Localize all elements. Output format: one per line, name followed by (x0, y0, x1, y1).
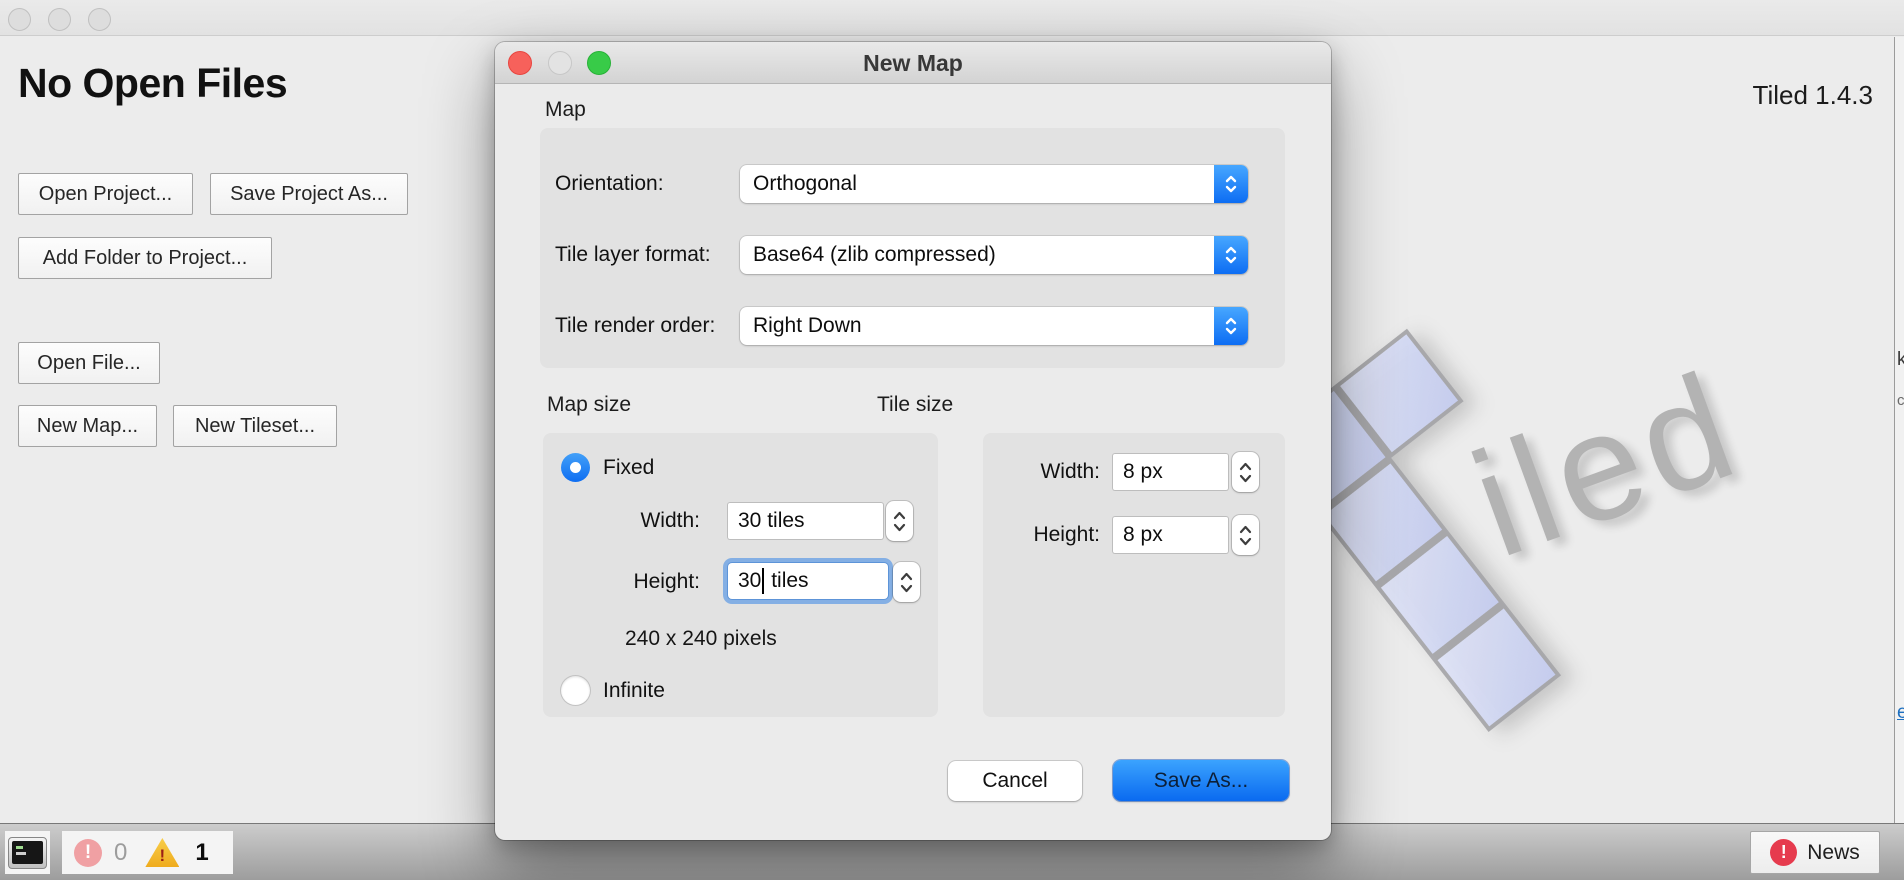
zoom-dialog-icon[interactable] (587, 51, 611, 75)
pixel-size-summary: 240 x 240 pixels (625, 627, 777, 651)
error-count: 0 (114, 839, 127, 867)
clipped-text-fragment: c (1897, 392, 1904, 409)
radio-unselected-icon (561, 676, 590, 705)
tile-layer-format-label: Tile layer format: (555, 243, 740, 267)
map-width-label: Width: (600, 509, 700, 533)
page-title: No Open Files (18, 60, 287, 107)
map-height-input[interactable]: 30 tiles (728, 563, 888, 599)
text-caret (762, 568, 764, 594)
warning-icon (145, 838, 179, 867)
terminal-screen (12, 841, 43, 864)
map-height-stepper[interactable] (893, 562, 920, 602)
tile-height-label: Height: (998, 523, 1100, 547)
tile-height-stepper[interactable] (1232, 515, 1259, 555)
app-version-label: Tiled 1.4.3 (1753, 80, 1873, 111)
console-toggle-button[interactable] (5, 831, 50, 874)
orientation-value: Orthogonal (753, 172, 857, 196)
orientation-label: Orientation: (555, 172, 740, 196)
open-project-button[interactable]: Open Project... (18, 173, 193, 215)
clipped-link-fragment[interactable]: e (1897, 702, 1904, 724)
tile-width-value: 8 px (1123, 460, 1163, 484)
map-width-input[interactable]: 30 tiles (728, 503, 883, 539)
news-badge-icon (1770, 839, 1797, 866)
infinite-radio-label: Infinite (603, 679, 665, 703)
radio-selected-icon (561, 453, 590, 482)
tile-height-input[interactable]: 8 px (1113, 517, 1228, 553)
news-button[interactable]: News (1750, 831, 1880, 874)
tile-render-order-value: Right Down (753, 314, 862, 338)
map-size-group-label: Map size (547, 393, 631, 417)
tiled-logo-text: iled (1452, 337, 1761, 592)
zoom-window-icon[interactable] (88, 8, 111, 31)
close-window-icon[interactable] (8, 8, 31, 31)
terminal-icon (8, 837, 47, 869)
map-size-group-box: Fixed Width: 30 tiles Height: 30 tiles 2… (543, 433, 938, 717)
dropdown-arrows-icon (1214, 165, 1248, 203)
dialog-titlebar[interactable]: New Map (495, 42, 1331, 84)
tile-layer-format-value: Base64 (zlib compressed) (753, 243, 996, 267)
map-height-value-before-caret: 30 (738, 569, 761, 593)
minimize-dialog-icon (548, 51, 572, 75)
news-button-label: News (1807, 841, 1860, 865)
dialog-title: New Map (495, 42, 1331, 84)
open-file-button[interactable]: Open File... (18, 342, 160, 384)
main-window-titlebar (0, 0, 1904, 36)
new-map-dialog: New Map Map Orientation: Orthogonal Tile… (495, 42, 1331, 840)
stepper-down-icon (1239, 474, 1252, 483)
stepper-down-icon (1239, 537, 1252, 546)
map-height-value-after-caret: tiles (765, 569, 808, 593)
clipped-text-fragment: k (1897, 349, 1904, 371)
tile-size-group-label: Tile size (877, 393, 953, 417)
tile-width-input[interactable]: 8 px (1113, 454, 1228, 490)
map-group-box: Orientation: Orthogonal Tile layer forma… (540, 128, 1285, 368)
issues-counter[interactable]: 0 1 (62, 831, 233, 874)
infinite-size-radio[interactable]: Infinite (561, 676, 665, 705)
map-height-label: Height: (593, 570, 700, 594)
error-icon (74, 839, 102, 867)
stepper-up-icon (1239, 525, 1252, 534)
new-tileset-button[interactable]: New Tileset... (173, 405, 337, 447)
tile-render-order-select[interactable]: Right Down (740, 307, 1248, 345)
map-group-label: Map (545, 98, 586, 122)
tile-height-value: 8 px (1123, 523, 1163, 547)
fixed-radio-label: Fixed (603, 456, 654, 480)
stepper-down-icon (900, 584, 913, 593)
fixed-size-radio[interactable]: Fixed (561, 453, 654, 482)
tile-size-group-box: Width: 8 px Height: 8 px (983, 433, 1285, 717)
cancel-button[interactable]: Cancel (948, 761, 1082, 801)
dropdown-arrows-icon (1214, 307, 1248, 345)
save-as-button[interactable]: Save As... (1113, 760, 1289, 801)
warning-count: 1 (195, 839, 208, 867)
tile-width-label: Width: (1005, 460, 1100, 484)
tile-layer-format-select[interactable]: Base64 (zlib compressed) (740, 236, 1248, 274)
close-dialog-icon[interactable] (508, 51, 532, 75)
stepper-up-icon (893, 511, 906, 520)
tile-render-order-label: Tile render order: (555, 314, 740, 338)
map-width-value: 30 tiles (738, 509, 805, 533)
new-map-button[interactable]: New Map... (18, 405, 157, 447)
add-folder-to-project-button[interactable]: Add Folder to Project... (18, 237, 272, 279)
clipped-right-panel: k c e (1894, 37, 1904, 823)
stepper-up-icon (1239, 462, 1252, 471)
orientation-select[interactable]: Orthogonal (740, 165, 1248, 203)
dropdown-arrows-icon (1214, 236, 1248, 274)
minimize-window-icon[interactable] (48, 8, 71, 31)
stepper-up-icon (900, 572, 913, 581)
save-project-as-button[interactable]: Save Project As... (210, 173, 408, 215)
tile-width-stepper[interactable] (1232, 452, 1259, 492)
map-width-stepper[interactable] (886, 501, 913, 541)
stepper-down-icon (893, 523, 906, 532)
